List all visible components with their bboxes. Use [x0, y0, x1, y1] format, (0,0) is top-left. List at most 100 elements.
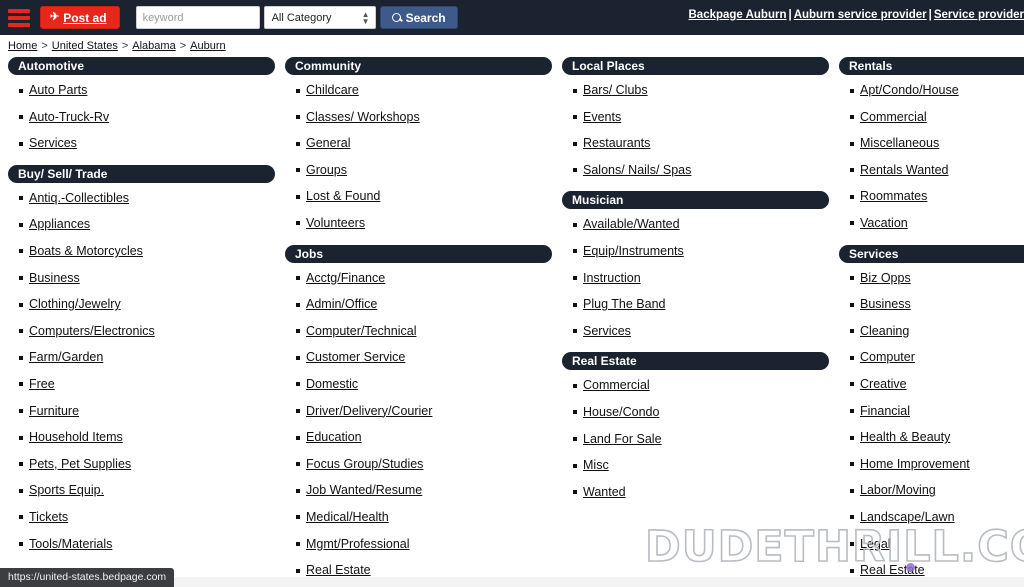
list-item: Roommates	[850, 183, 1024, 210]
breadcrumb-item-united-states[interactable]: United States	[52, 40, 118, 52]
category-link[interactable]: Restaurants	[583, 136, 650, 150]
category-link[interactable]: Focus Group/Studies	[306, 457, 423, 471]
category-link[interactable]: Antiq.-Collectibles	[29, 191, 129, 205]
list-item: Rentals Wanted	[850, 157, 1024, 184]
category-link[interactable]: Biz Opps	[860, 271, 911, 285]
header-link-service-provider[interactable]: Service provider	[934, 9, 1024, 21]
category-link[interactable]: Acctg/Finance	[306, 271, 385, 285]
list-item: Business	[19, 265, 275, 292]
search-button[interactable]: Search	[379, 6, 458, 29]
category-link[interactable]: Driver/Delivery/Courier	[306, 404, 432, 418]
list-item: Cleaning	[850, 318, 1024, 345]
category-link[interactable]: Bars/ Clubs	[583, 83, 648, 97]
list-item: Landscape/Lawn	[850, 504, 1024, 531]
list-item: Education	[296, 424, 552, 451]
category-link[interactable]: Cleaning	[860, 324, 909, 338]
paper-plane-icon: ✈	[50, 11, 60, 23]
list-item: Wanted	[573, 479, 829, 506]
category-link[interactable]: Household Items	[29, 430, 123, 444]
category-link[interactable]: Legal	[860, 537, 891, 551]
category-link[interactable]: Customer Service	[306, 350, 405, 364]
category-link[interactable]: Commercial	[860, 110, 927, 124]
category-link[interactable]: Auto-Truck-Rv	[29, 110, 109, 124]
list-item: Domestic	[296, 371, 552, 398]
category-link[interactable]: Vacation	[860, 216, 908, 230]
category-section: Real Estate Commercial House/Condo Land For…	[562, 352, 829, 505]
category-link[interactable]: Free	[29, 377, 55, 391]
list-item: General	[296, 130, 552, 157]
category-link[interactable]: Roommates	[860, 189, 927, 203]
category-link[interactable]: Medical/Health	[306, 510, 389, 524]
category-link[interactable]: Domestic	[306, 377, 358, 391]
magnifier-icon	[391, 13, 401, 22]
list-item: Apt/Condo/House	[850, 77, 1024, 104]
category-link[interactable]: Rentals Wanted	[860, 163, 948, 177]
category-link[interactable]: Misc	[583, 458, 609, 472]
category-link[interactable]: Furniture	[29, 404, 79, 418]
category-link[interactable]: Plug The Band	[583, 297, 665, 311]
category-link[interactable]: Miscellaneous	[860, 136, 939, 150]
breadcrumb-separator: >	[179, 40, 187, 52]
category-link[interactable]: Business	[860, 297, 911, 311]
category-link[interactable]: Home Improvement	[860, 457, 970, 471]
category-link[interactable]: Creative	[860, 377, 907, 391]
breadcrumb-item-alabama[interactable]: Alabama	[132, 40, 175, 52]
list-item: Biz Opps	[850, 265, 1024, 292]
category-section: Rentals Apt/Condo/House Commercial Miscella…	[839, 57, 1024, 237]
category-link[interactable]: Tickets	[29, 510, 68, 524]
category-link[interactable]: Equip/Instruments	[583, 244, 684, 258]
category-link[interactable]: Job Wanted/Resume	[306, 483, 422, 497]
category-link[interactable]: Volunteers	[306, 216, 365, 230]
post-ad-button[interactable]: ✈ Post ad	[40, 6, 120, 29]
category-link[interactable]: Business	[29, 271, 80, 285]
header-link-backpage-auburn[interactable]: Backpage Auburn	[689, 9, 787, 21]
category-link[interactable]: Labor/Moving	[860, 483, 936, 497]
category-link[interactable]: Apt/Condo/House	[860, 83, 959, 97]
category-link[interactable]: Admin/Office	[306, 297, 377, 311]
category-link[interactable]: Appliances	[29, 217, 90, 231]
breadcrumb-item-auburn[interactable]: Auburn	[190, 40, 225, 52]
category-link[interactable]: Auto Parts	[29, 83, 87, 97]
category-link[interactable]: Salons/ Nails/ Spas	[583, 163, 691, 177]
category-link[interactable]: Financial	[860, 404, 910, 418]
category-link[interactable]: Pets, Pet Supplies	[29, 457, 131, 471]
hamburger-bar	[8, 8, 30, 13]
category-link[interactable]: Health & Beauty	[860, 430, 950, 444]
breadcrumb-item-home[interactable]: Home	[8, 40, 37, 52]
category-link[interactable]: Landscape/Lawn	[860, 510, 955, 524]
category-link[interactable]: House/Condo	[583, 405, 659, 419]
category-link[interactable]: Services	[29, 136, 77, 150]
header-link-auburn-service-provider[interactable]: Auburn service provider	[794, 9, 927, 21]
category-link[interactable]: Instruction	[583, 271, 641, 285]
category-link[interactable]: Childcare	[306, 83, 359, 97]
category-link[interactable]: Real Estate	[306, 563, 371, 577]
category-link[interactable]: Computer	[860, 350, 915, 364]
category-link[interactable]: Lost & Found	[306, 189, 380, 203]
list-item: Farm/Garden	[19, 344, 275, 371]
category-link[interactable]: Real Estate	[860, 563, 925, 577]
category-link[interactable]: Wanted	[583, 485, 626, 499]
category-link[interactable]: Commercial	[583, 378, 650, 392]
category-link[interactable]: General	[306, 136, 350, 150]
category-link[interactable]: Clothing/Jewelry	[29, 297, 121, 311]
category-link[interactable]: Tools/Materials	[29, 537, 112, 551]
category-link[interactable]: Computers/Electronics	[29, 324, 155, 338]
category-link[interactable]: Events	[583, 110, 621, 124]
category-link[interactable]: Farm/Garden	[29, 350, 103, 364]
hamburger-menu-icon[interactable]	[6, 7, 32, 29]
list-item: Events	[573, 104, 829, 131]
category-link[interactable]: Groups	[306, 163, 347, 177]
category-link[interactable]: Land For Sale	[583, 432, 662, 446]
category-section: Jobs Acctg/Finance Admin/Office Computer/Te…	[285, 244, 552, 584]
category-link[interactable]: Sports Equip.	[29, 483, 104, 497]
category-link[interactable]: Classes/ Workshops	[306, 110, 420, 124]
list-item: Household Items	[19, 424, 275, 451]
category-select[interactable]: All Category ▲ ▼	[263, 6, 376, 29]
category-link[interactable]: Available/Wanted	[583, 217, 680, 231]
category-link[interactable]: Computer/Technical	[306, 324, 416, 338]
category-link[interactable]: Mgmt/Professional	[306, 537, 410, 551]
category-link[interactable]: Services	[583, 324, 631, 338]
category-link[interactable]: Education	[306, 430, 362, 444]
category-link[interactable]: Boats & Motorcycles	[29, 244, 143, 258]
search-input[interactable]	[135, 6, 260, 29]
